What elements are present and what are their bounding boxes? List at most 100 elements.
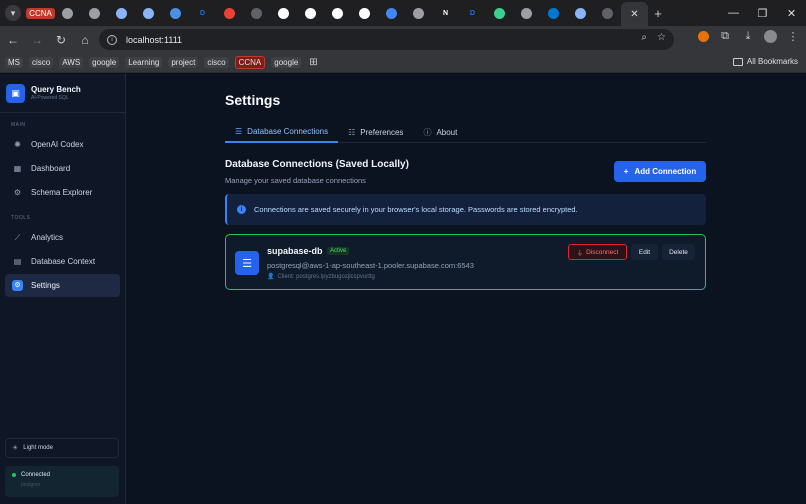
reload-icon[interactable]: ↻ [50,33,72,47]
browser-tab[interactable] [54,3,81,23]
browser-tab[interactable] [540,3,567,23]
extension-icon[interactable] [698,31,709,42]
sidebar: ▣ Query Bench AI-Powered SQL MAIN ✺ OpenA… [0,74,126,504]
new-tab-button[interactable]: + [648,6,668,21]
brand-subtitle: AI-Powered SQL [31,95,69,101]
sidebar-item[interactable]: ⚙ Schema Explorer [5,181,120,204]
link-icon [251,7,262,19]
browser-tab[interactable] [108,3,135,23]
sidebar-item[interactable]: ⚙ Settings [5,274,120,297]
disconnect-button[interactable]: ⏚ Disconnect [568,244,627,260]
puzzle-icon[interactable]: ⧉ [718,30,732,43]
bookmark-item[interactable]: CCNA [234,56,266,69]
database-logo-icon: ▣ [6,83,25,103]
profile-avatar[interactable] [764,30,777,43]
bookmark-item[interactable]: cisco [29,57,54,68]
settings-tab[interactable]: ☰ Database Connections [225,122,339,143]
brand-name: Query Bench [31,85,81,94]
dashboard-icon: ▦ [13,164,22,173]
bookmark-item[interactable]: google [271,57,302,68]
light-mode-toggle[interactable]: ☀ Light mode [5,438,119,458]
browser-tab[interactable]: D [189,3,216,23]
browser-tab[interactable] [486,3,513,23]
tab-search-icon[interactable]: ▾ [5,5,21,21]
sidebar-item[interactable]: ⟋ Analytics [5,226,120,249]
sidebar-item-label: Schema Explorer [31,188,93,197]
browser-tab[interactable] [297,3,324,23]
menu-kebab-icon[interactable]: ⋮ [786,30,800,43]
download-icon[interactable]: ⤓ [741,30,755,43]
bookmark-item[interactable]: google [89,57,120,68]
edit-button[interactable]: Edit [631,244,658,260]
delete-button[interactable]: Delete [662,244,695,260]
sun-icon: ☀ [12,445,19,452]
sidebar-item[interactable]: ✺ OpenAI Codex [5,133,120,156]
all-bookmarks-label: All Bookmarks [746,57,798,66]
info-icon: i [237,205,246,214]
supabase-icon [494,7,505,19]
all-bookmarks-button[interactable]: All Bookmarks [732,57,798,66]
github-icon [278,7,289,19]
connection-card[interactable]: ☰ supabase-db Active postgresql@aws-1-ap… [225,234,706,290]
url-text: localhost:1111 [126,34,183,45]
browser-tab[interactable] [243,3,270,23]
browser-tab[interactable] [405,3,432,23]
browser-tab[interactable]: CCNA [26,3,55,23]
browser-tab[interactable]: ✕ [621,2,648,26]
user-icon: 👤 [267,274,275,280]
disconnect-label: Disconnect [586,248,619,256]
page-title: Settings [225,92,281,108]
settings-tab[interactable]: ☷ Preferences [338,122,413,143]
close-icon[interactable]: ✕ [630,9,638,20]
sliders-icon: ☷ [348,128,356,137]
browser-tab[interactable] [351,3,378,23]
browser-tab[interactable] [378,3,405,23]
star-icon[interactable]: ☆ [657,32,666,43]
info-icon: ⓘ [423,128,432,137]
bookmark-item[interactable]: project [168,57,199,68]
browser-tab[interactable] [216,3,243,23]
plus-icon: + [623,167,629,176]
back-icon[interactable]: ← [2,33,24,47]
gmail-icon [224,7,235,19]
doc-icon [575,7,586,19]
browser-tab[interactable] [270,3,297,23]
bookmark-item[interactable]: cisco [204,57,229,68]
browser-tab[interactable] [324,3,351,23]
forward-icon[interactable]: → [26,33,48,47]
browser-tab[interactable] [81,3,108,23]
restore-icon[interactable]: ❐ [748,7,777,20]
home-icon[interactable]: ⌂ [74,33,96,47]
client-text: Client: postgres.lpyzbugozjlcspvurttg [277,273,375,280]
browser-tab[interactable] [513,3,540,23]
list-icon: ☰ [235,127,243,136]
browser-tab[interactable]: N [432,3,459,23]
connection-client: 👤 Client: postgres.lpyzbugozjlcspvurttg [267,273,375,281]
connection-name: supabase-db [267,246,323,256]
browser-tab[interactable] [567,3,594,23]
browser-tab[interactable] [162,3,189,23]
window-close-icon[interactable]: ✕ [777,7,806,20]
browser-tab[interactable] [594,3,621,23]
browser-tab[interactable]: D [459,3,486,23]
sidebar-item-label: Database Context [31,257,96,266]
browser-tab[interactable] [135,3,162,23]
bookmark-item[interactable]: MS [5,57,23,68]
zoom-icon[interactable]: ⌕ [641,32,647,43]
sidebar-item[interactable]: ▤ Database Context [5,250,120,273]
folder-icon [732,57,743,66]
site-info-icon[interactable]: i [107,34,117,45]
apps-grid-icon[interactable]: ⊞ [309,57,317,68]
brand: ▣ Query Bench AI-Powered SQL [0,74,125,113]
sidebar-item[interactable]: ▦ Dashboard [5,157,120,180]
azure-icon [548,7,559,19]
bookmark-item[interactable]: AWS [59,57,84,68]
settings-tab[interactable]: ⓘ About [413,122,467,143]
browser-tab-bar: ▾ CCNA D N D ✕ + — ❐ ✕ [0,0,806,26]
minimize-icon[interactable]: — [719,7,748,19]
globe-icon [413,7,424,19]
address-bar[interactable]: i localhost:1111 ⌕ ☆ [99,29,674,50]
add-connection-button[interactable]: + Add Connection [614,161,706,182]
bookmark-item[interactable]: Learning [125,57,163,68]
light-mode-label: Light mode [23,445,53,451]
